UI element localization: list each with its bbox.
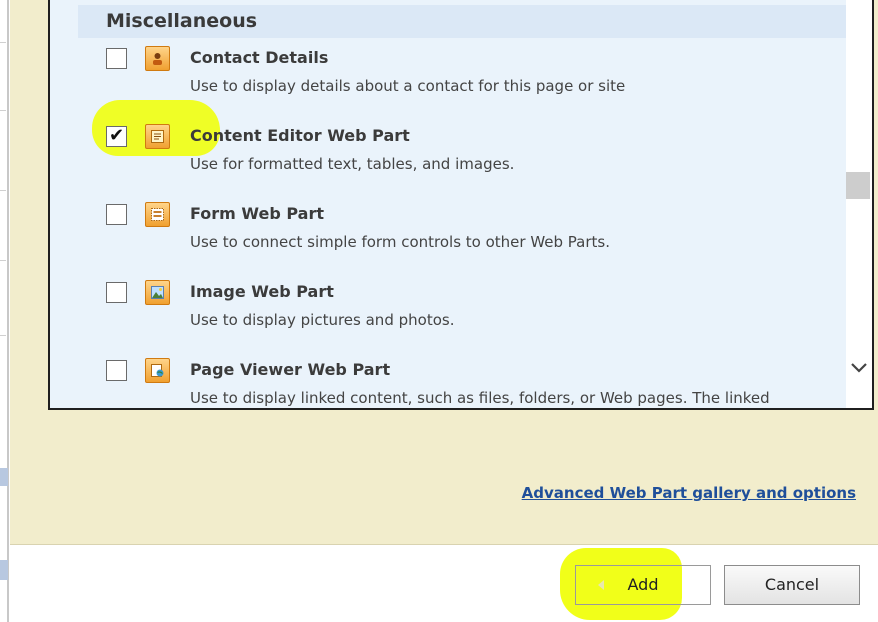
globe-page-glyph	[151, 364, 164, 377]
vertical-scrollbar[interactable]	[846, 0, 872, 408]
form-icon	[145, 202, 170, 227]
item-description: Use to display linked content, such as f…	[190, 389, 770, 407]
item-description: Use to display pictures and photos.	[190, 311, 455, 329]
content-editor-icon	[145, 124, 170, 149]
form-glyph	[151, 208, 164, 221]
list-item[interactable]: Page Viewer Web Part Use to display link…	[50, 358, 846, 408]
category-header: Miscellaneous	[78, 5, 846, 38]
person-glyph	[153, 53, 162, 65]
advanced-gallery-link[interactable]: Advanced Web Part gallery and options	[522, 484, 856, 502]
cancel-button-label: Cancel	[764, 575, 820, 594]
item-checkbox[interactable]	[106, 48, 127, 69]
web-part-list[interactable]: Miscellaneous Contact Details Use to dis…	[48, 0, 874, 410]
contact-details-icon	[145, 46, 170, 71]
cancel-button[interactable]: Cancel	[724, 565, 860, 605]
add-button-label: Add	[627, 575, 659, 594]
item-title[interactable]: Image Web Part	[190, 282, 334, 301]
item-description: Use to connect simple form controls to o…	[190, 233, 610, 251]
page-viewer-icon	[145, 358, 170, 383]
divider	[0, 260, 6, 261]
divider	[0, 110, 6, 111]
divider	[0, 42, 6, 43]
image-icon	[145, 280, 170, 305]
item-title[interactable]: Page Viewer Web Part	[190, 360, 390, 379]
item-checkbox[interactable]	[106, 204, 127, 225]
page-left-edge	[0, 0, 10, 622]
item-title[interactable]: Content Editor Web Part	[190, 126, 410, 145]
item-description: Use to display details about a contact f…	[190, 77, 626, 95]
focus-arrow-icon	[598, 580, 604, 590]
item-title[interactable]: Form Web Part	[190, 204, 324, 223]
page-edge-highlight	[0, 560, 8, 580]
item-title[interactable]: Contact Details	[190, 48, 328, 67]
chevron-down-icon[interactable]	[849, 358, 869, 378]
page-border	[7, 0, 9, 622]
web-part-dialog-panel: Miscellaneous Contact Details Use to dis…	[10, 0, 878, 545]
item-checkbox-checked[interactable]: ✔	[106, 126, 127, 147]
list-item[interactable]: Image Web Part Use to display pictures a…	[50, 280, 846, 360]
item-checkbox[interactable]	[106, 360, 127, 381]
list-item[interactable]: ✔ Content Editor Web Part Use for format…	[50, 124, 846, 204]
page-edge-highlight	[0, 468, 8, 486]
list-item[interactable]: Form Web Part Use to connect simple form…	[50, 202, 846, 282]
divider	[0, 335, 6, 336]
add-button[interactable]: Add	[575, 565, 711, 605]
scrollbar-thumb[interactable]	[846, 172, 870, 199]
item-description: Use for formatted text, tables, and imag…	[190, 155, 515, 173]
list-item[interactable]: Contact Details Use to display details a…	[50, 46, 846, 126]
web-part-list-content: Miscellaneous Contact Details Use to dis…	[50, 0, 846, 408]
editor-glyph	[151, 130, 164, 143]
item-checkbox[interactable]	[106, 282, 127, 303]
divider	[0, 190, 6, 191]
picture-glyph	[151, 286, 164, 299]
